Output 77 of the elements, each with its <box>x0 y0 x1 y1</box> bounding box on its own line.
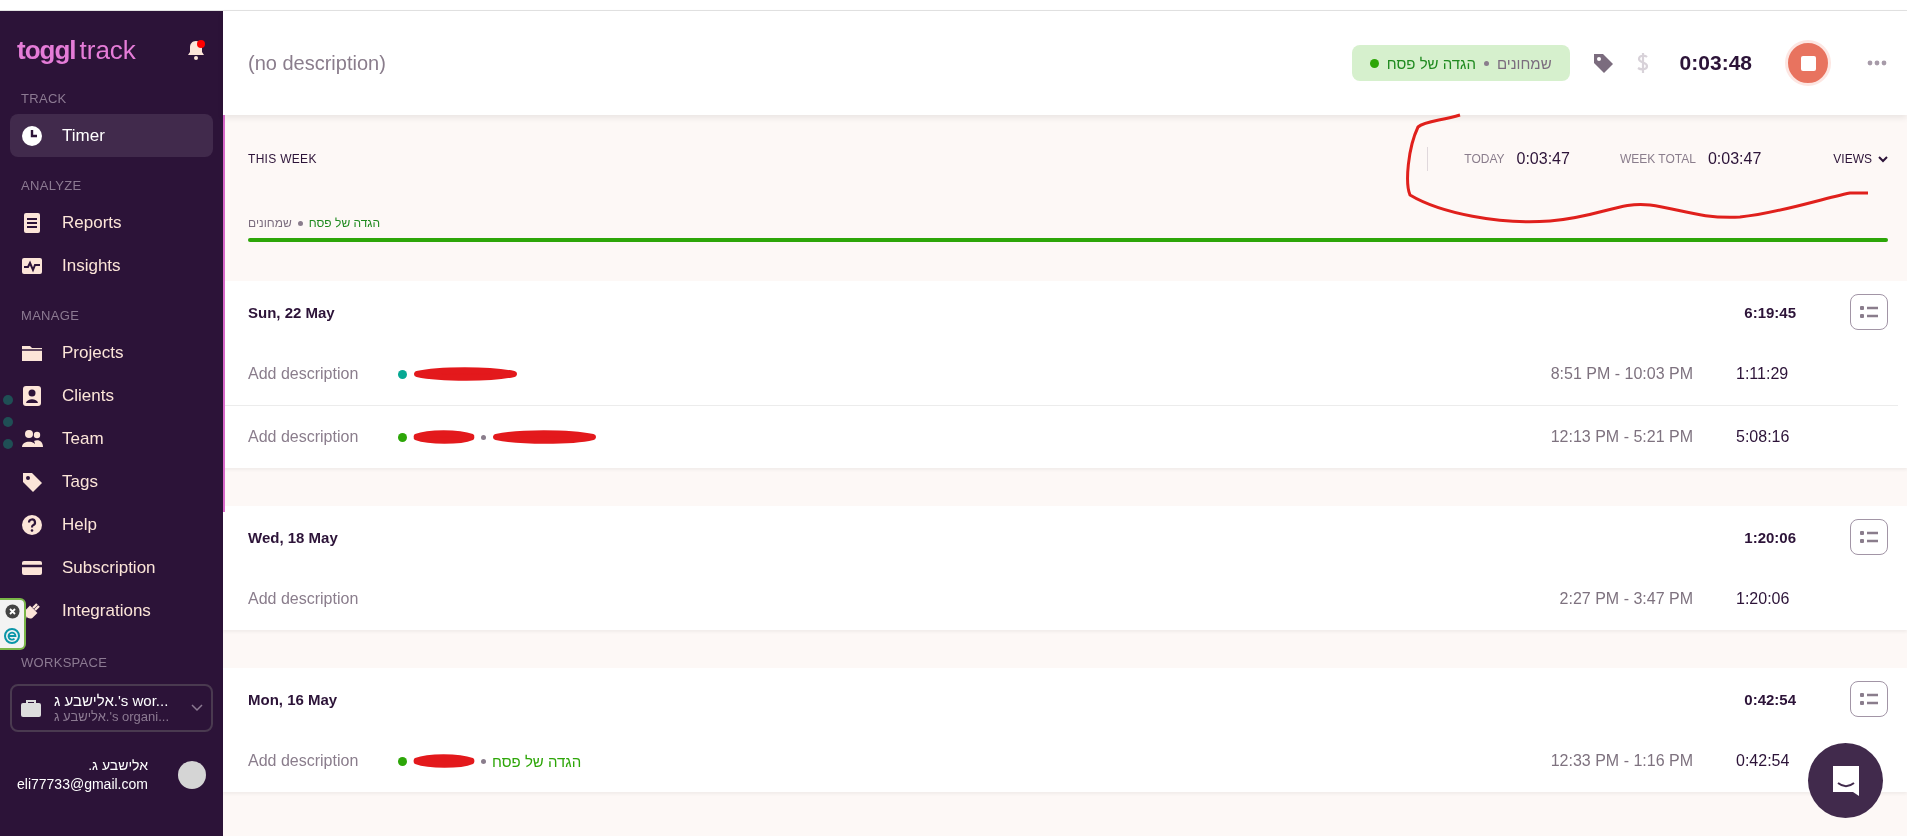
separator-dot <box>297 220 303 226</box>
separator-dot <box>481 758 486 764</box>
person-icon <box>21 384 43 407</box>
nav-item[interactable]: Subscription <box>10 546 213 589</box>
list-view-button[interactable] <box>1850 294 1888 330</box>
time-range[interactable]: 12:13 PM - 5:21 PM <box>1550 428 1693 446</box>
time-range[interactable]: 12:33 PM - 1:16 PM <box>1550 752 1693 770</box>
description-field[interactable]: Add description <box>248 365 398 383</box>
redaction-scribble <box>413 429 475 445</box>
list-icon <box>1860 530 1878 544</box>
close-icon[interactable] <box>4 604 20 620</box>
project-pill[interactable]: שמחונים הגדה של פסח <box>1351 45 1570 81</box>
redaction-scribble <box>413 753 475 769</box>
chevron-down-icon <box>1878 155 1888 163</box>
nav-item[interactable]: Clients <box>10 374 213 417</box>
duration-text[interactable]: 1:20:06 <box>1736 590 1798 608</box>
nav-item[interactable]: Insights <box>10 244 213 287</box>
section-label: TRACK <box>20 90 68 108</box>
description-field[interactable]: Add description <box>248 752 398 770</box>
timer-text: 0:03:48 <box>1679 51 1752 75</box>
briefcase-icon <box>20 698 42 718</box>
status-dot <box>3 439 13 449</box>
separator-dot <box>481 434 486 440</box>
day-total: 6:19:45 <box>1744 303 1796 321</box>
date-text: Wed, 18 May <box>248 528 339 546</box>
client-name: שמחונים <box>248 216 292 230</box>
more-icon[interactable] <box>1867 60 1887 66</box>
list-view-button[interactable] <box>1850 519 1888 555</box>
avatar[interactable] <box>178 761 206 789</box>
list-icon <box>1860 305 1878 319</box>
tag-icon[interactable] <box>1591 52 1614 74</box>
list-icon <box>1860 692 1878 706</box>
time-range[interactable]: 2:27 PM - 3:47 PM <box>1559 590 1693 608</box>
week-total-label: WEEK TOTAL <box>1619 152 1696 166</box>
tag-icon <box>21 470 43 493</box>
nav-item[interactable]: Team <box>10 417 213 460</box>
nav-item[interactable]: Integrations <box>10 589 213 632</box>
extension-logo[interactable] <box>4 627 20 644</box>
nav-item[interactable]: Reports <box>10 201 213 244</box>
description-text[interactable]: (no description) <box>248 51 1352 75</box>
status-dot <box>3 417 13 427</box>
today-label: TODAY <box>1464 152 1505 166</box>
workspace-selector[interactable]: אלישבע ג.'s wor... אלישבע ג.'s organi... <box>10 684 213 732</box>
today-value: 0:03:47 <box>1516 150 1570 168</box>
logo: toggltrack <box>17 34 136 66</box>
people-icon <box>21 427 43 450</box>
week-title: THIS WEEK <box>248 152 318 166</box>
section-label: MANAGE <box>20 307 81 325</box>
clock-icon <box>21 124 43 147</box>
section-label: ANALYZE <box>20 177 83 195</box>
list-view-button[interactable] <box>1850 681 1888 717</box>
description-field[interactable]: Add description <box>248 590 398 608</box>
nav-item[interactable]: Projects <box>10 331 213 374</box>
duration-text[interactable]: 0:42:54 <box>1736 752 1798 770</box>
project-name: הגדה של פסח <box>308 216 381 230</box>
status-dot <box>3 395 13 405</box>
bell-icon[interactable] <box>186 39 206 61</box>
report-icon <box>21 211 43 234</box>
extension-toast[interactable] <box>0 598 26 650</box>
description-field[interactable]: Add description <box>248 428 398 446</box>
nav-item[interactable]: Timer <box>10 114 213 157</box>
separator-dot <box>1483 60 1489 66</box>
section-label: WORKSPACE <box>20 654 109 672</box>
time-range[interactable]: 8:51 PM - 10:03 PM <box>1550 365 1693 383</box>
day-total: 1:20:06 <box>1744 528 1796 546</box>
day-total: 0:42:54 <box>1744 690 1796 708</box>
date-text: Sun, 22 May <box>248 303 336 321</box>
date-text: Mon, 16 May <box>248 690 339 708</box>
week-total-value: 0:03:47 <box>1707 150 1762 168</box>
stop-button[interactable] <box>1785 40 1831 86</box>
views-dropdown[interactable]: VIEWS <box>1833 152 1888 166</box>
duration-text[interactable]: 1:11:29 <box>1736 365 1798 383</box>
duration-text[interactable]: 5:08:16 <box>1736 428 1798 446</box>
chevron-down-icon <box>191 704 203 712</box>
nav-item[interactable]: Tags <box>10 460 213 503</box>
help-icon <box>21 513 43 536</box>
nav-item[interactable]: Help <box>10 503 213 546</box>
